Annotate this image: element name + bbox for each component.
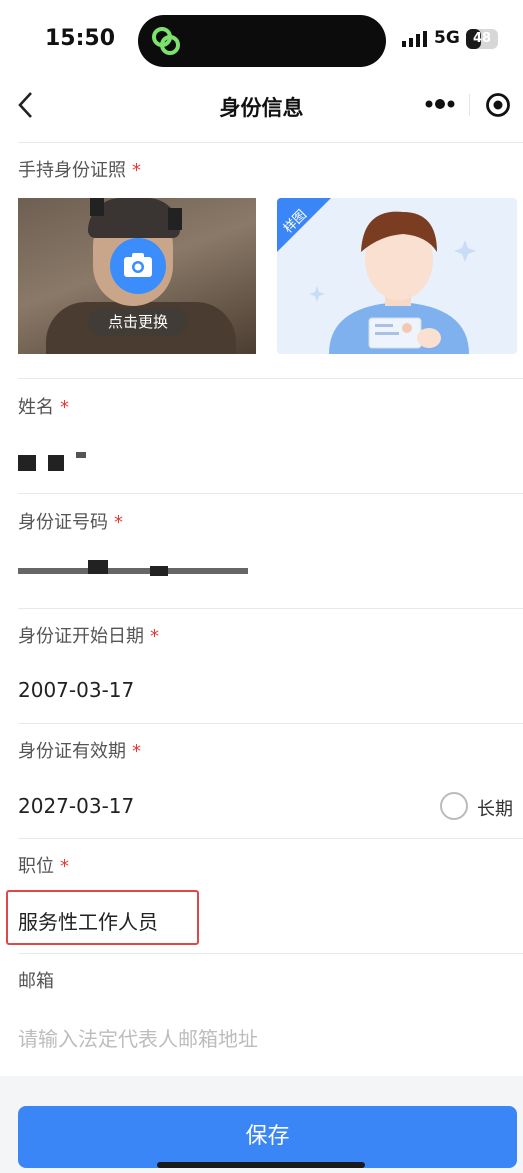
target-icon[interactable] xyxy=(485,92,511,118)
status-bar: 15:50 5G 48 xyxy=(0,0,523,82)
redacted-block xyxy=(88,560,108,574)
long-term-radio[interactable] xyxy=(440,792,468,820)
more-dots-icon[interactable] xyxy=(425,96,455,112)
email-label: 邮箱 xyxy=(18,967,54,993)
divider xyxy=(18,608,523,609)
divider xyxy=(18,142,523,143)
position-label-text: 职位 xyxy=(18,856,54,877)
required-star: * xyxy=(60,397,69,418)
email-input[interactable]: 请输入法定代表人邮箱地址 xyxy=(18,1023,258,1052)
highlight-box xyxy=(6,890,199,945)
change-photo-label[interactable]: 点击更换 xyxy=(88,308,188,336)
link-icon xyxy=(152,27,180,55)
mosaic-block xyxy=(168,208,182,230)
position-label: 职位 * xyxy=(18,852,69,878)
capsule-divider xyxy=(469,94,470,116)
sample-person-illustration xyxy=(309,211,476,354)
dynamic-island xyxy=(138,15,386,67)
id-photo-upload[interactable]: 点击更换 xyxy=(18,198,256,354)
id-number-label: 身份证号码 * xyxy=(18,508,123,534)
required-star: * xyxy=(114,512,123,533)
divider xyxy=(18,723,523,724)
divider xyxy=(18,378,523,379)
photo-label: 手持身份证照 * xyxy=(18,156,141,182)
home-indicator xyxy=(157,1162,365,1168)
sample-photo: 样图 xyxy=(277,198,517,354)
status-time: 15:50 xyxy=(45,26,116,51)
signal-icon xyxy=(402,31,427,47)
save-button[interactable]: 保存 xyxy=(18,1106,517,1168)
photo-label-text: 手持身份证照 xyxy=(18,160,126,181)
camera-button[interactable] xyxy=(110,238,166,294)
name-label-text: 姓名 xyxy=(18,397,54,418)
required-star: * xyxy=(150,626,159,647)
id-number-label-text: 身份证号码 xyxy=(18,512,108,533)
required-star: * xyxy=(60,856,69,877)
camera-icon xyxy=(124,253,152,277)
name-label: 姓名 * xyxy=(18,393,69,419)
divider xyxy=(18,493,523,494)
required-star: * xyxy=(132,741,141,762)
redacted-block xyxy=(76,452,86,458)
mosaic-block xyxy=(90,198,104,216)
id-valid-label: 身份证有效期 * xyxy=(18,737,141,763)
id-valid-label-text: 身份证有效期 xyxy=(18,741,126,762)
long-term-label[interactable]: 长期 xyxy=(477,795,513,821)
redacted-block xyxy=(18,568,248,574)
redacted-block xyxy=(150,566,168,576)
divider xyxy=(18,953,523,954)
required-star: * xyxy=(132,160,141,181)
redacted-block xyxy=(48,455,64,471)
mini-program-capsule xyxy=(411,82,523,128)
divider xyxy=(18,838,523,839)
id-start-label: 身份证开始日期 * xyxy=(18,622,159,648)
nav-bar: 身份信息 xyxy=(0,82,523,130)
network-type: 5G xyxy=(434,28,460,48)
email-label-text: 邮箱 xyxy=(18,971,54,992)
battery-icon: 48 xyxy=(466,29,498,49)
id-valid-value[interactable]: 2027-03-17 xyxy=(18,794,134,818)
redacted-block xyxy=(18,455,36,471)
id-start-label-text: 身份证开始日期 xyxy=(18,626,144,647)
battery-text: 48 xyxy=(472,31,492,46)
id-start-value[interactable]: 2007-03-17 xyxy=(18,678,134,702)
